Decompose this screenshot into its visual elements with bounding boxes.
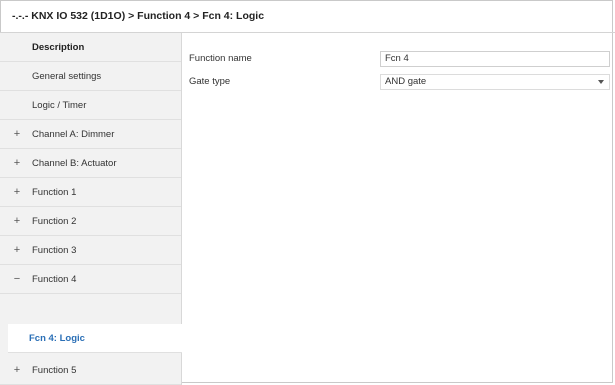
sidebar-item-channel-b-actuator[interactable]: + Channel B: Actuator [0,149,181,178]
sidebar-item-label: Function 4 [32,274,77,285]
title-bar: -.-.- KNX IO 532 (1D1O) > Function 4 > F… [0,0,615,33]
sidebar-item-label: Fcn 4: Logic [29,333,85,344]
sidebar-item-description[interactable]: Description [0,33,181,62]
sidebar-item-channel-a-dimmer[interactable]: + Channel A: Dimmer [0,120,181,149]
sidebar-item-function-2[interactable]: + Function 2 [0,207,181,236]
function-name-input[interactable]: Fcn 4 [380,51,610,67]
sidebar: Description General settings Logic / Tim… [0,33,182,385]
sidebar-item-label: Description [32,42,85,53]
expand-icon[interactable]: + [12,120,22,149]
sidebar-item-fcn-4-logic[interactable]: Fcn 4: Logic [8,324,182,353]
sidebar-item-function-4[interactable]: − Function 4 [0,265,181,294]
sidebar-item-label: Function 5 [32,365,77,376]
sidebar-item-label: Function 2 [32,216,77,227]
gate-type-select[interactable]: AND gate [380,74,610,90]
chevron-down-icon[interactable] [598,80,604,84]
sidebar-item-general-settings[interactable]: General settings [0,62,181,91]
expand-icon[interactable]: + [12,236,22,265]
sidebar-item-label: Function 1 [32,187,77,198]
gate-type-label: Gate type [189,76,231,87]
breadcrumb: -.-.- KNX IO 532 (1D1O) > Function 4 > F… [12,10,265,22]
expand-icon[interactable]: + [12,356,22,385]
sidebar-item-label: Channel A: Dimmer [32,129,115,140]
sidebar-item-label: Function 3 [32,245,77,256]
sidebar-item-logic-timer[interactable]: Logic / Timer [0,91,181,120]
parameter-panel: Function name Fcn 4 Gate type AND gate [182,33,615,385]
sidebar-item-label: Channel B: Actuator [32,158,117,169]
expand-icon[interactable]: + [12,178,22,207]
sidebar-item-function-5[interactable]: + Function 5 [0,356,181,385]
sidebar-item-function-1[interactable]: + Function 1 [0,178,181,207]
gate-type-value: AND gate [385,76,427,87]
expand-icon[interactable]: + [12,207,22,236]
collapse-icon[interactable]: − [12,265,22,294]
function-name-label: Function name [189,53,252,64]
expand-icon[interactable]: + [12,149,22,178]
sidebar-item-label: Logic / Timer [32,100,87,111]
sidebar-item-function-3[interactable]: + Function 3 [0,236,181,265]
sidebar-item-label: General settings [32,71,102,82]
